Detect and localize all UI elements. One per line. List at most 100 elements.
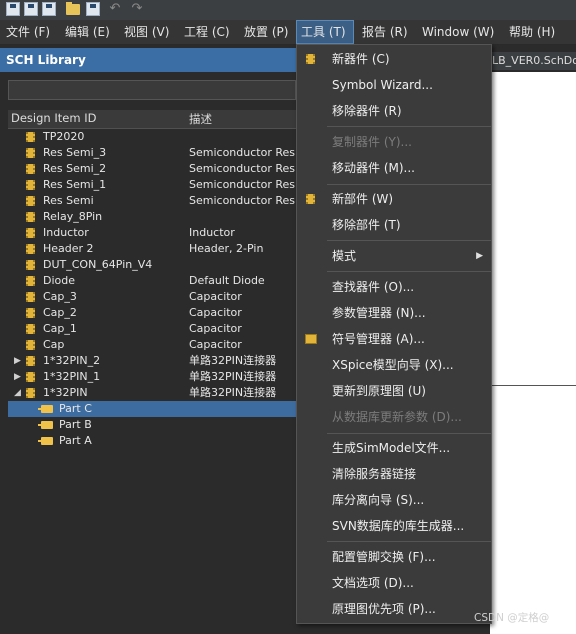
component-name: Res Semi <box>43 194 94 207</box>
menu-help[interactable]: 帮助 (H) <box>505 20 559 44</box>
component-row[interactable]: Res Semi Semiconductor Resis <box>8 193 304 209</box>
menu-separator <box>327 271 491 272</box>
component-name: Header 2 <box>43 242 94 255</box>
component-row[interactable]: Res Semi_3 Semiconductor Resis <box>8 145 304 161</box>
component-row[interactable]: Diode Default Diode <box>8 273 296 289</box>
menu-item-update-schematics[interactable]: 更新到原理图 (U) <box>297 379 491 403</box>
component-name: Cap_2 <box>43 306 77 319</box>
part-name: Part B <box>59 418 92 431</box>
menu-item-parameter-manager[interactable]: 参数管理器 (N)... <box>297 301 491 325</box>
menu-item-clear-server-links[interactable]: 清除服务器链接 <box>297 462 491 486</box>
component-description: Capacitor <box>189 322 242 335</box>
component-name: 1*32PIN <box>43 386 88 399</box>
component-name: DUT_CON_64Pin_V4 <box>43 258 153 271</box>
menu-item-xspice-wizard[interactable]: XSpice模型向导 (X)... <box>297 353 491 377</box>
component-name: Cap <box>43 338 65 351</box>
component-row[interactable]: Cap Capacitor <box>8 337 296 353</box>
quick-access-toolbar: ↶ ↷ <box>0 0 576 20</box>
watermark: CSDN @定格@ <box>474 612 550 624</box>
menu-item-find-component[interactable]: 查找器件 (O)... <box>297 275 491 299</box>
component-row[interactable]: Inductor Inductor <box>8 225 296 241</box>
menu-separator <box>327 126 491 127</box>
menu-item-symbol-wizard[interactable]: Symbol Wizard... <box>297 73 491 97</box>
menu-item-generate-simmodel[interactable]: 生成SimModel文件... <box>297 436 491 460</box>
component-row[interactable]: DUT_CON_64Pin_V4 <box>8 257 296 273</box>
component-row[interactable]: Cap_1 Capacitor <box>8 321 296 337</box>
component-description: 单路32PIN连接器 <box>189 386 277 399</box>
part-name: Part A <box>59 434 92 447</box>
menu-item-symbol-manager[interactable]: 符号管理器 (A)... <box>297 327 491 351</box>
menu-separator <box>327 433 491 434</box>
menu-file[interactable]: 文件 (F) <box>2 20 54 44</box>
component-description: Semiconductor Resis <box>189 194 304 207</box>
menu-item-update-from-database: 从数据库更新参数 (D)... <box>332 410 462 424</box>
library-search-input[interactable] <box>8 80 296 100</box>
component-description: Header, 2-Pin <box>189 242 264 255</box>
column-header: Design Item ID 描述 <box>8 110 296 129</box>
menu-edit[interactable]: 编辑 (E) <box>61 20 114 44</box>
component-icon <box>26 292 35 302</box>
component-row[interactable]: ▶ 1*32PIN_2 单路32PIN连接器 <box>8 353 296 369</box>
panel-title: SCH Library <box>0 48 296 72</box>
component-description: Capacitor <box>189 306 242 319</box>
menu-tools[interactable]: 工具 (T) <box>296 20 354 44</box>
redo-icon[interactable]: ↷ <box>130 2 144 16</box>
menu-item-mode[interactable]: 模式 ▶ <box>297 244 491 268</box>
menu-item-new-component[interactable]: 新器件 (C) <box>297 47 491 71</box>
menu-place[interactable]: 放置 (P) <box>240 20 292 44</box>
menu-item-library-splitter-wizard[interactable]: 库分离向导 (S)... <box>297 488 491 512</box>
component-row[interactable]: Relay_8Pin <box>8 209 296 225</box>
component-description: Semiconductor Resis <box>189 162 304 175</box>
part-row[interactable]: Part A <box>8 433 296 449</box>
menu-reports[interactable]: 报告 (R) <box>358 20 412 44</box>
menu-item-new-part[interactable]: 新部件 (W) <box>297 187 491 211</box>
open-document-icon[interactable] <box>86 2 100 16</box>
menu-item-remove-part[interactable]: 移除部件 (T) <box>297 213 491 237</box>
expand-toggle-icon[interactable]: ◢ <box>14 385 21 401</box>
save-all-icon[interactable] <box>24 2 38 16</box>
part-row[interactable]: Part C <box>8 401 296 417</box>
component-description: 单路32PIN连接器 <box>189 354 277 367</box>
menu-item-schematic-preferences[interactable]: 原理图优先项 (P)... <box>297 597 491 621</box>
expand-toggle-icon[interactable]: ▶ <box>14 369 21 385</box>
schematic-canvas[interactable] <box>490 72 576 634</box>
component-row[interactable]: ▶ 1*32PIN_1 单路32PIN连接器 <box>8 369 296 385</box>
component-name: Res Semi_2 <box>43 162 107 175</box>
document-tab[interactable]: LB_VER0.SchDoc <box>486 52 576 70</box>
column-description[interactable]: 描述 <box>189 111 212 127</box>
menu-item-document-options[interactable]: 文档选项 (D)... <box>297 571 491 595</box>
component-name: Cap_3 <box>43 290 77 303</box>
part-row[interactable]: Part B <box>8 417 296 433</box>
component-row[interactable]: Header 2 Header, 2-Pin <box>8 241 296 257</box>
component-row[interactable]: Res Semi_1 Semiconductor Resis <box>8 177 304 193</box>
menu-view[interactable]: 视图 (V) <box>120 20 173 44</box>
open-folder-icon[interactable] <box>66 2 80 15</box>
menu-item-svn-database-library-maker[interactable]: SVN数据库的库生成器... <box>297 514 491 538</box>
expand-toggle-icon[interactable]: ▶ <box>14 353 21 369</box>
component-row[interactable]: TP2020 <box>8 129 296 145</box>
save-copy-icon[interactable] <box>42 2 56 16</box>
menu-item-move-component[interactable]: 移动器件 (M)... <box>297 156 491 180</box>
menu-project[interactable]: 工程 (C) <box>180 20 234 44</box>
column-design-item-id[interactable]: Design Item ID <box>11 111 96 125</box>
component-icon <box>26 228 35 238</box>
component-name: TP2020 <box>43 130 85 143</box>
component-name: Inductor <box>43 226 89 239</box>
component-row[interactable]: Cap_3 Capacitor <box>8 289 296 305</box>
menu-window[interactable]: Window (W) <box>418 20 498 44</box>
menu-item-configure-pin-swapping[interactable]: 配置管脚交换 (F)... <box>297 545 491 569</box>
component-row[interactable]: ◢ 1*32PIN 单路32PIN连接器 <box>8 385 296 401</box>
component-icon <box>26 212 35 222</box>
component-row[interactable]: Cap_2 Capacitor <box>8 305 296 321</box>
component-description: Capacitor <box>189 338 242 351</box>
canvas-divider <box>490 385 576 386</box>
menu-item-remove-component[interactable]: 移除器件 (R) <box>297 99 491 123</box>
symbol-manager-icon <box>305 334 317 344</box>
undo-icon[interactable]: ↶ <box>108 2 122 16</box>
save-icon[interactable] <box>6 2 20 16</box>
component-row[interactable]: Res Semi_2 Semiconductor Resis <box>8 161 304 177</box>
component-name: 1*32PIN_1 <box>43 370 101 383</box>
component-name: Cap_1 <box>43 322 77 335</box>
part-name: Part C <box>59 402 92 415</box>
component-name: Relay_8Pin <box>43 210 103 223</box>
